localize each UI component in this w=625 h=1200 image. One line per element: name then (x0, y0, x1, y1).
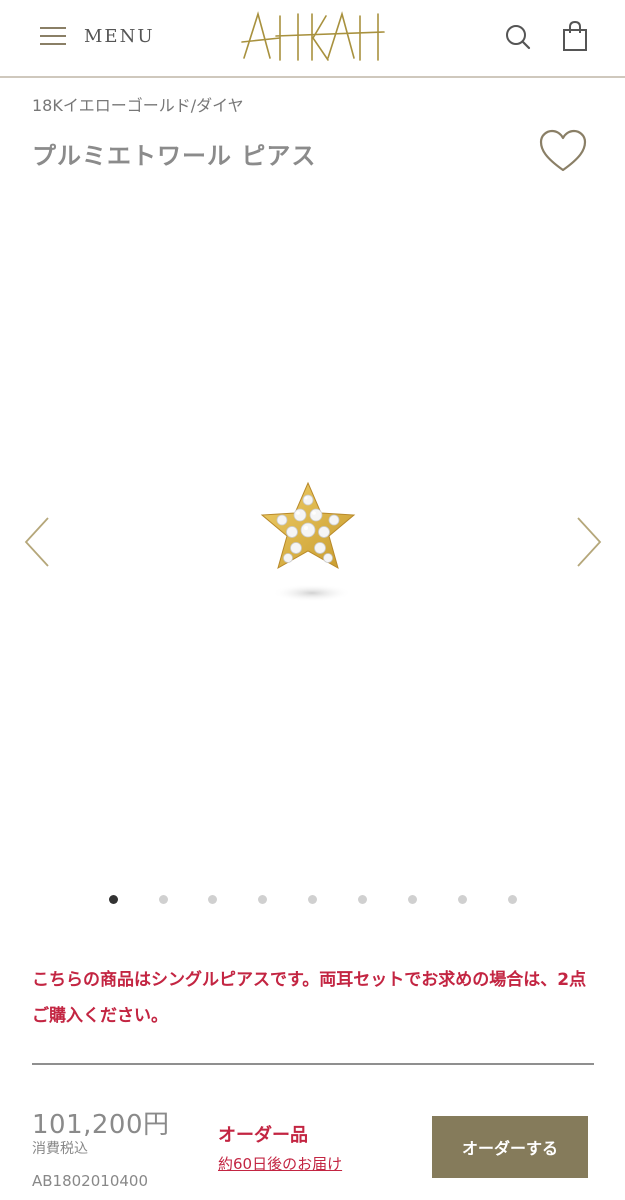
product-material: 18Kイエローゴールド/ダイヤ (32, 96, 244, 115)
chevron-left-icon[interactable] (18, 510, 54, 574)
delivery-estimate-link[interactable]: 約60日後のお届け (218, 1153, 342, 1174)
logo[interactable] (240, 8, 385, 68)
search-icon[interactable] (503, 22, 533, 52)
pagination-dot[interactable] (308, 895, 317, 904)
pagination-dot[interactable] (408, 895, 417, 904)
hamburger-icon (40, 26, 66, 46)
menu-label: MENU (84, 25, 155, 47)
order-type-label: オーダー品 (218, 1125, 308, 1146)
tax-note: 消費税込 (32, 1141, 88, 1157)
product-title: プルミエトワール ピアス (32, 142, 317, 170)
gallery-pagination (100, 892, 525, 908)
product-gallery[interactable] (0, 190, 625, 880)
single-earring-notice: こちらの商品はシングルピアスです。両耳セットでお求めの場合は、2点ご購入ください… (32, 970, 587, 1026)
site-header: MENU (0, 0, 625, 78)
pagination-dot[interactable] (109, 895, 118, 904)
shopping-bag-icon[interactable] (560, 20, 590, 52)
pagination-dot[interactable] (508, 895, 517, 904)
divider (32, 1063, 594, 1065)
product-image (260, 481, 356, 602)
product-sku: AB1802010400 (32, 1172, 148, 1190)
product-price: 101,200円 (32, 1110, 170, 1140)
order-button[interactable]: オーダーする (432, 1116, 588, 1178)
pagination-dot[interactable] (258, 895, 267, 904)
pagination-dot[interactable] (208, 895, 217, 904)
pagination-dot[interactable] (159, 895, 168, 904)
pagination-dot[interactable] (458, 895, 467, 904)
chevron-right-icon[interactable] (572, 510, 608, 574)
pagination-dot[interactable] (358, 895, 367, 904)
heart-icon[interactable] (538, 128, 588, 174)
menu-button[interactable]: MENU (40, 22, 155, 50)
